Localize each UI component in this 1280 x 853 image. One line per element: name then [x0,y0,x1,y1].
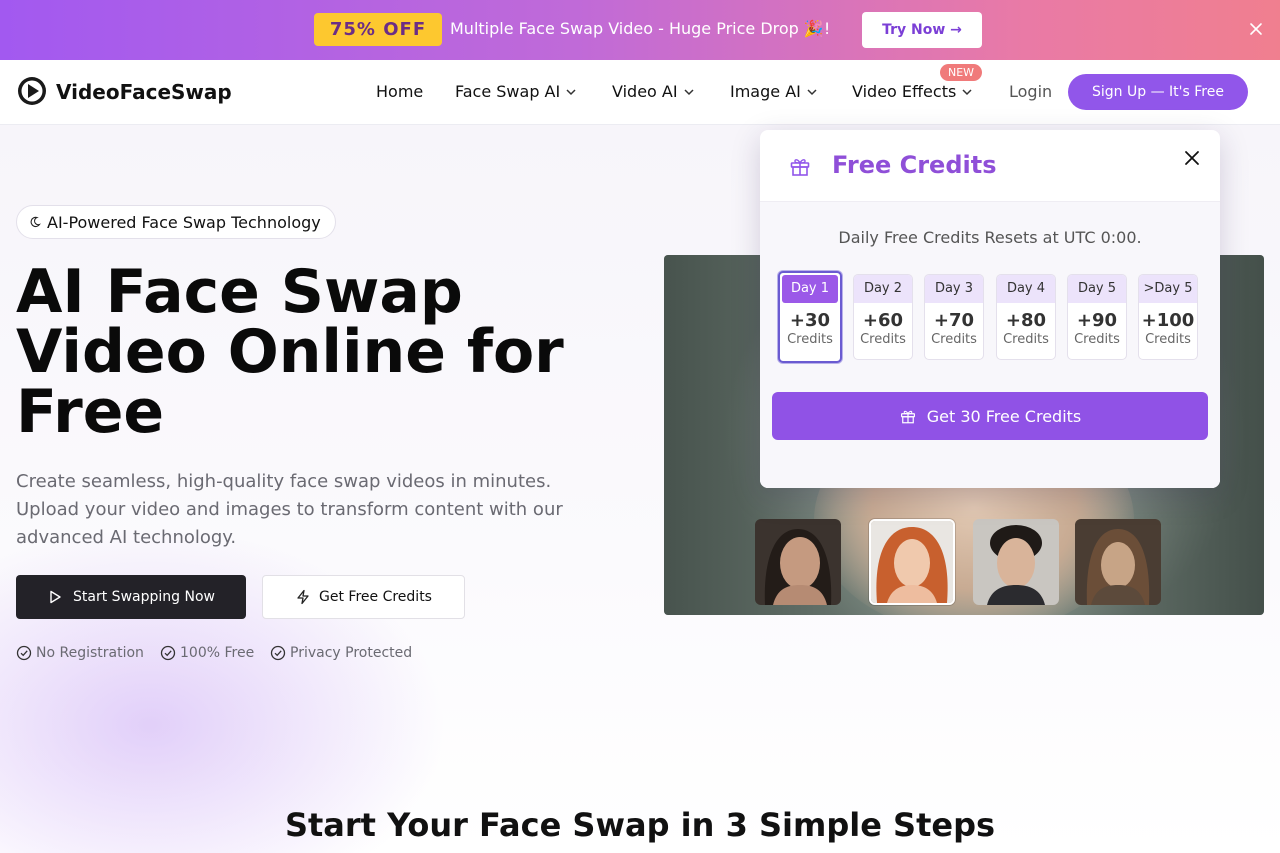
start-swapping-label: Start Swapping Now [73,589,215,605]
feature-label: No Registration [36,645,144,661]
logo-icon[interactable] [16,75,48,107]
nav-item-face-swap-ai[interactable]: Face Swap AI [455,82,578,101]
face-thumbnail[interactable] [1075,519,1161,605]
get-free-credits-label: Get Free Credits [319,589,432,605]
credits-reset-note: Daily Free Credits Resets at UTC 0:00. [838,228,1142,247]
day-credits-unit: Credits [1003,332,1049,347]
check-circle-icon [16,645,32,661]
nav-item-label: Video AI [612,82,678,101]
day-credits-unit: Credits [1074,332,1120,347]
day-card-5[interactable]: Day 5 +90 Credits [1067,274,1127,360]
popup-body: Daily Free Credits Resets at UTC 0:00. D… [760,202,1220,488]
day-credits-unit: Credits [1145,332,1191,347]
day-credits-value: +60 [862,310,904,331]
face-thumbnail[interactable] [973,519,1059,605]
nav-item-video-ai[interactable]: Video AI [612,82,696,101]
day-card-1[interactable]: Day 1 +30 Credits [778,271,842,363]
feature-no-registration: No Registration [16,645,144,661]
popup-title: Free Credits [832,151,997,179]
day-card-2[interactable]: Day 2 +60 Credits [853,274,913,360]
close-icon[interactable] [1182,148,1202,168]
promo-text: Multiple Face Swap Video - Huge Price Dr… [450,19,831,38]
check-circle-icon [160,645,176,661]
day-label: Day 4 [997,275,1055,303]
nav-item-image-ai[interactable]: Image AI [730,82,819,101]
day-credits-unit: Credits [931,332,977,347]
nav-item-label: Image AI [730,82,801,101]
play-icon [50,590,61,604]
get-free-credits-cta[interactable]: Get 30 Free Credits [772,392,1208,440]
day-credits-value: +70 [933,310,975,331]
moon-icon [30,216,41,228]
feature-privacy: Privacy Protected [270,645,412,661]
day-credits-value: +80 [1005,310,1047,331]
chevron-down-icon [684,88,694,95]
check-circle-icon [270,645,286,661]
close-icon[interactable] [1246,19,1266,39]
chevron-down-icon [807,88,817,95]
free-credits-popup: Free Credits Daily Free Credits Resets a… [760,130,1220,488]
steps-section-title: Start Your Face Swap in 3 Simple Steps [284,806,996,844]
feature-label: Privacy Protected [290,645,413,661]
promo-discount-badge: 75% OFF [314,13,442,46]
start-swapping-button[interactable]: Start Swapping Now [16,575,246,619]
promo-try-now-button[interactable]: Try Now → [862,12,982,48]
nav-item-video-effects[interactable]: Video Effects [852,82,974,101]
cta-label: Get 30 Free Credits [926,406,1082,426]
gift-icon [790,159,810,176]
brand-name[interactable]: VideoFaceSwap [56,80,232,104]
lightning-icon [297,589,309,605]
promo-banner: 75% OFF Multiple Face Swap Video - Huge … [0,0,1280,60]
day-label: >Day 5 [1139,275,1197,303]
gift-icon [900,410,915,424]
nav-item-label: Video Effects [852,82,957,101]
popup-header: Free Credits [760,130,1220,202]
new-badge: NEW [940,64,983,81]
day-credits-value: +90 [1076,310,1118,331]
day-label: Day 1 [782,275,838,303]
day-credits-value: +100 [1141,310,1195,331]
feature-free: 100% Free [160,645,254,661]
hero-title: AI Face Swap Video Online for Free [16,257,564,447]
feature-label: 100% Free [180,645,255,661]
signup-button[interactable]: Sign Up — It's Free [1068,74,1248,110]
get-free-credits-button[interactable]: Get Free Credits [262,575,465,619]
nav-item-label: Home [376,82,424,101]
day-card-4[interactable]: Day 4 +80 Credits [996,274,1056,360]
day-credits-value: +30 [789,310,831,331]
day-label: Day 2 [854,275,912,303]
top-nav: VideoFaceSwap Home Face Swap AI Video AI… [0,60,1280,125]
ai-technology-chip: AI-Powered Face Swap Technology [16,205,336,239]
day-card-after-5[interactable]: >Day 5 +100 Credits [1138,274,1198,360]
login-link[interactable]: Login [1009,82,1052,101]
face-thumbnail[interactable] [755,519,841,605]
day-credits-unit: Credits [860,332,906,347]
face-thumbnail-selected[interactable] [869,519,955,605]
chip-label: AI-Powered Face Swap Technology [47,212,321,232]
nav-item-label: Face Swap AI [455,82,561,101]
day-credits-unit: Credits [787,332,833,347]
hero-description: Create seamless, high-quality face swap … [16,471,563,548]
chevron-down-icon [566,88,576,95]
day-label: Day 3 [925,275,983,303]
chevron-down-icon [962,88,972,95]
nav-item-home[interactable]: Home [376,82,423,101]
day-card-3[interactable]: Day 3 +70 Credits [924,274,984,360]
day-label: Day 5 [1068,275,1126,303]
